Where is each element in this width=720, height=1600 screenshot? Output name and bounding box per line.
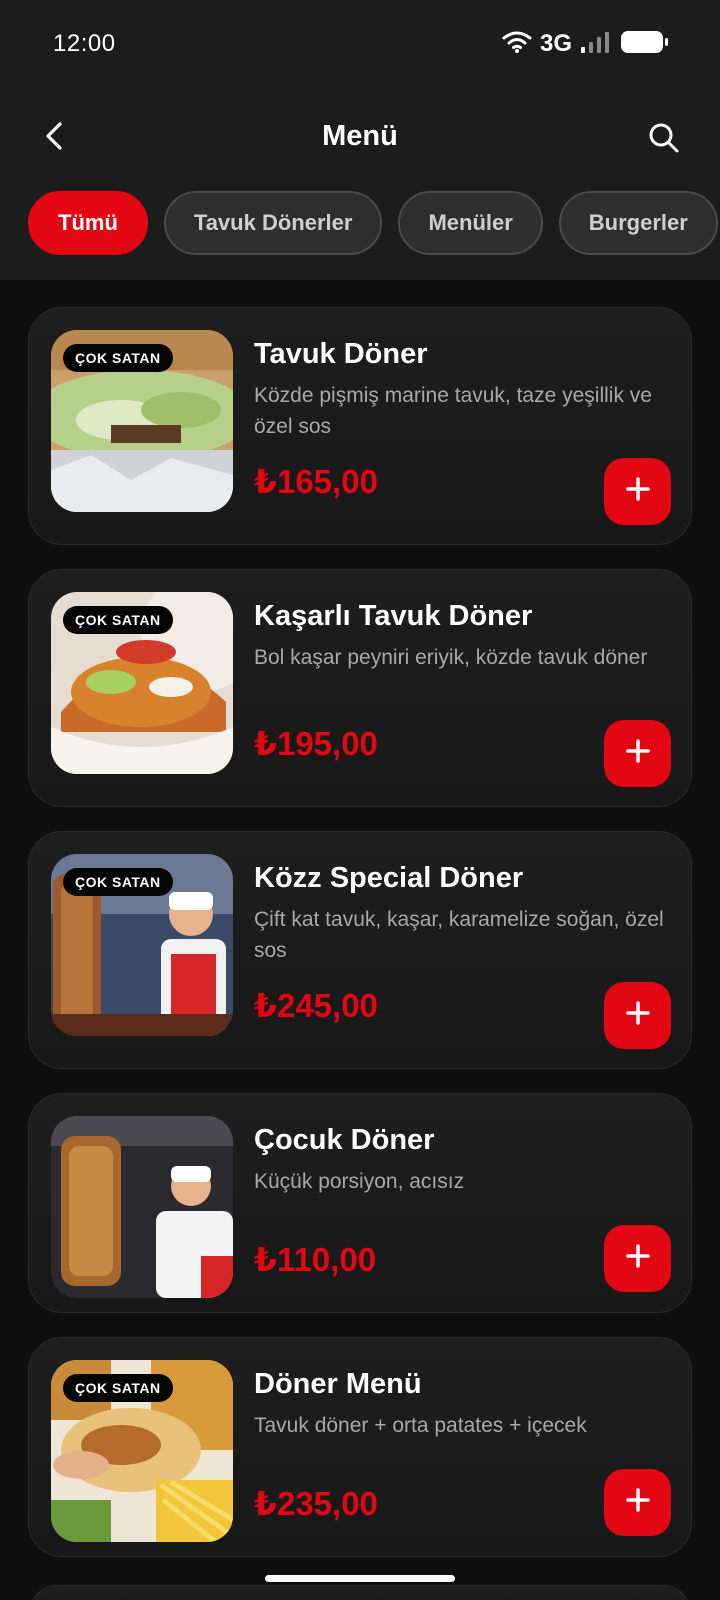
tab-tumu[interactable]: Tümü (28, 191, 148, 255)
product-name: Kaşarlı Tavuk Döner (254, 600, 533, 632)
status-time: 12:00 (53, 30, 116, 57)
home-indicator[interactable] (265, 1575, 455, 1582)
search-icon (648, 122, 680, 159)
tab-burgerler[interactable]: Burgerler (558, 191, 718, 255)
tab-tavuk-donerler[interactable]: Tavuk Dönerler (163, 191, 383, 255)
product-name: Döner Menü (254, 1368, 422, 1400)
product-card[interactable]: ÇOK SATAN Közz Special Döner Çift kat ta… (28, 831, 692, 1069)
product-image: ÇOK SATAN (51, 592, 233, 774)
product-description: Tavuk döner + orta patates + içecek (254, 1414, 587, 1437)
add-to-cart-button[interactable] (604, 458, 671, 525)
product-price: ₺195,00 (254, 725, 378, 762)
status-bar: 12:00 3G (0, 0, 720, 90)
plus-icon (625, 1244, 650, 1273)
category-tabs: Tümü Tavuk Dönerler Menüler Burgerler (28, 191, 718, 257)
product-card[interactable]: ÇOK SATAN Kaşarlı Tavuk Döner Bol kaşar … (28, 569, 692, 807)
product-name: Közz Special Döner (254, 862, 524, 894)
product-description: Közde pişmiş marine tavuk, taze yeşillik… (254, 384, 652, 438)
product-description: Bol kaşar peyniri eriyik, közde tavuk dö… (254, 646, 648, 669)
bestseller-badge: ÇOK SATAN (63, 868, 173, 896)
add-to-cart-button[interactable] (604, 982, 671, 1049)
product-image: ÇOK SATAN (51, 330, 233, 512)
product-price: ₺245,00 (254, 987, 378, 1024)
product-name: Tavuk Döner (254, 338, 428, 370)
add-to-cart-button[interactable] (604, 720, 671, 787)
battery-icon (620, 29, 670, 60)
search-button[interactable] (642, 118, 686, 162)
product-image: ÇOK SATAN (51, 1360, 233, 1542)
product-card[interactable]: Çocuk Döner Küçük porsiyon, acısız ₺110,… (28, 1093, 692, 1313)
status-icons: 3G (502, 28, 670, 60)
app-header: Menü (0, 100, 720, 180)
product-description: Küçük porsiyon, acısız (254, 1170, 465, 1193)
plus-icon (625, 477, 650, 506)
product-description: Çift kat tavuk, kaşar, karamelize soğan,… (254, 908, 664, 962)
product-price: ₺235,00 (254, 1485, 378, 1522)
wifi-icon (502, 30, 532, 59)
signal-icon (580, 30, 612, 59)
bestseller-badge: ÇOK SATAN (63, 606, 173, 634)
product-price: ₺165,00 (254, 463, 378, 500)
product-image: ÇOK SATAN (51, 854, 233, 1036)
product-card[interactable]: ÇOK SATAN Döner Menü Tavuk döner + orta … (28, 1337, 692, 1557)
page-title: Menü (322, 120, 398, 152)
plus-icon (625, 739, 650, 768)
product-name: Çocuk Döner (254, 1124, 435, 1156)
add-to-cart-button[interactable] (604, 1469, 671, 1536)
product-image (51, 1116, 233, 1298)
product-card[interactable]: ÇOK SATAN Tavuk Döner Közde pişmiş marin… (28, 307, 692, 545)
plus-icon (625, 1001, 650, 1030)
network-type: 3G (539, 30, 572, 57)
bestseller-badge: ÇOK SATAN (63, 344, 173, 372)
add-to-cart-button[interactable] (604, 1225, 671, 1292)
tab-menuler[interactable]: Menüler (398, 191, 543, 255)
product-price: ₺110,00 (254, 1241, 377, 1278)
product-card[interactable] (28, 1585, 692, 1600)
plus-icon (625, 1488, 650, 1517)
bestseller-badge: ÇOK SATAN (63, 1374, 173, 1402)
